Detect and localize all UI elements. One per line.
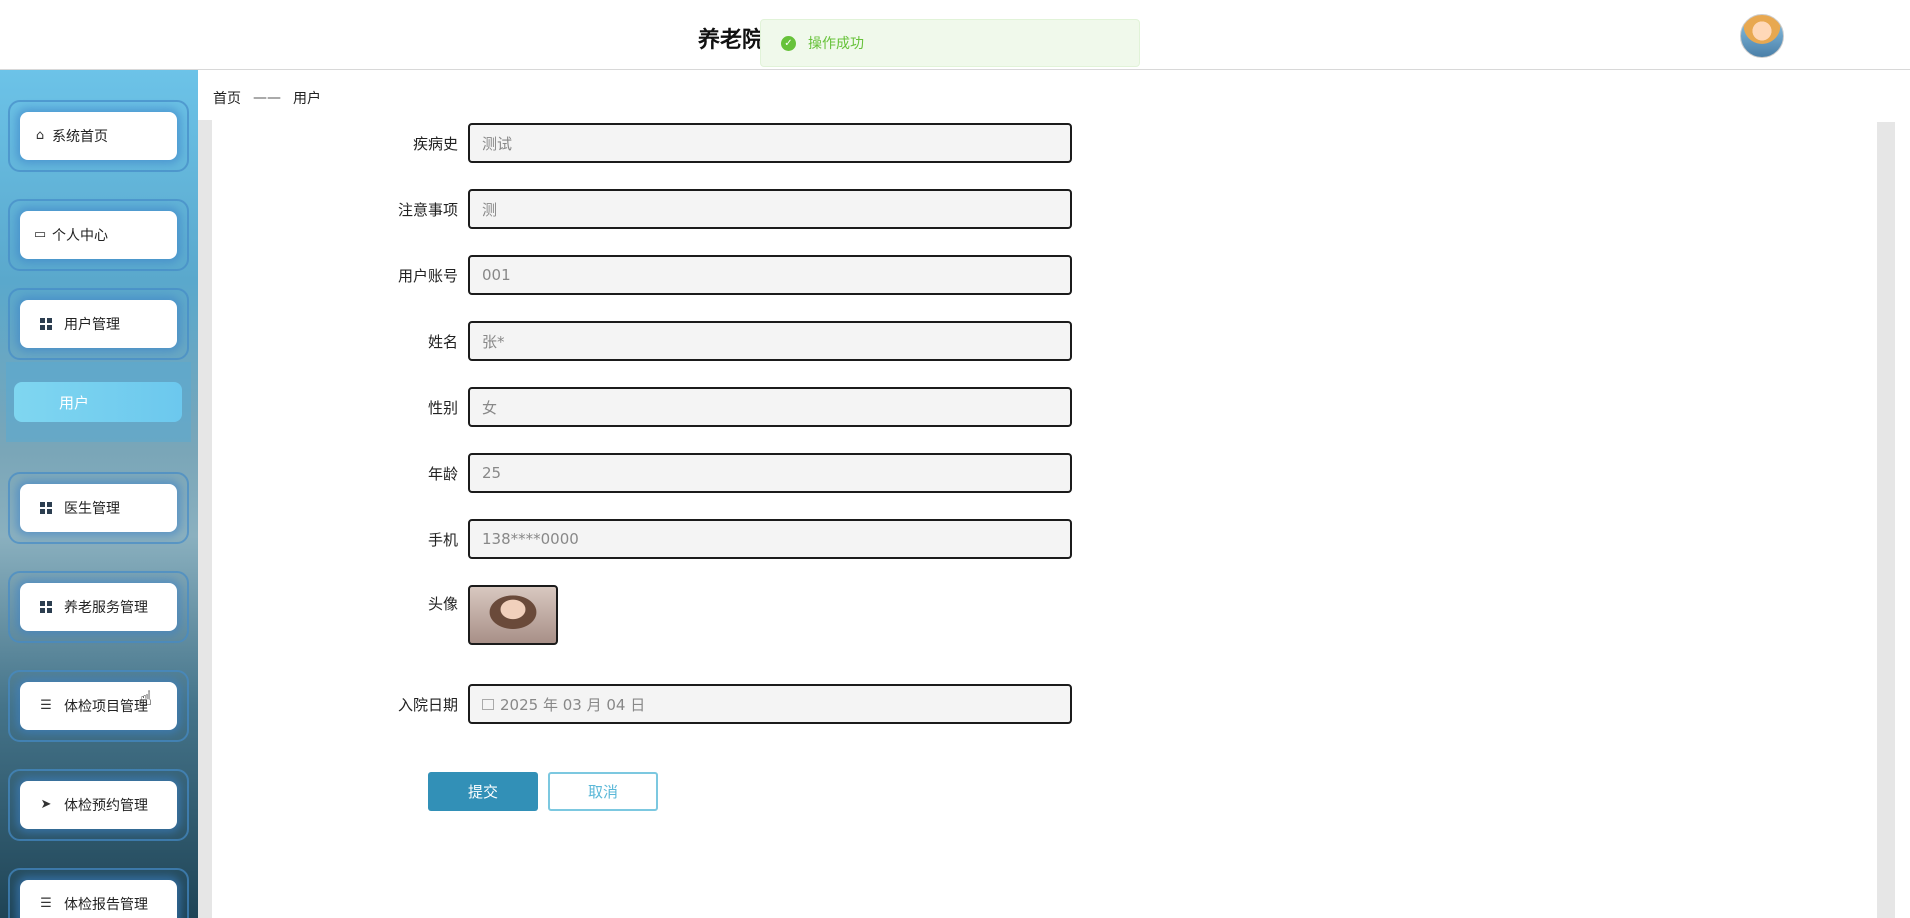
form-row-phone: 手机 138****0000 [348, 519, 1072, 559]
field-label: 用户账号 [397, 266, 458, 285]
field-label: 姓名 [427, 332, 458, 351]
field-label: 疾病史 [412, 134, 458, 153]
sidebar-item-label: 系统首页 [52, 129, 108, 145]
sidebar-submenu: 用户 [6, 362, 191, 442]
sidebar-item-label: 用户管理 [64, 317, 120, 333]
sidebar-button-elder-service[interactable]: 养老服务管理 [20, 583, 177, 631]
sidebar-item-checkup-report: ☰ 体检报告管理 [8, 868, 189, 918]
admission-date-value: 2025 年 03 月 04 日 [500, 695, 646, 714]
sidebar-item-home: ⌂ 系统首页 [8, 100, 189, 172]
main-content: 首页 —— 用户 疾病史 测试 注意事项 测 用户账号 001 姓名 张* 性别… [198, 70, 1898, 918]
field-label: 头像 [427, 595, 458, 613]
sidebar-button-checkup-booking[interactable]: ➤ 体检预约管理 [20, 781, 177, 829]
phone-field[interactable]: 138****0000 [468, 519, 1072, 559]
card-icon: ▭ [33, 227, 47, 242]
sidebar-button-doctors[interactable]: 医生管理 [20, 484, 177, 532]
medical-history-field[interactable]: 测试 [468, 123, 1072, 163]
admission-date-field[interactable]: 2025 年 03 月 04 日 [468, 684, 1072, 724]
name-field[interactable]: 张* [468, 321, 1072, 361]
grid-icon [40, 502, 52, 514]
age-field[interactable]: 25 [468, 453, 1072, 493]
sidebar-item-checkup-items: ☰ 体检项目管理 [8, 670, 189, 742]
breadcrumb-current: 用户 [293, 91, 321, 107]
sidebar: ⌂ 系统首页 ▭ 个人中心 用户管理 用户 医生管理 养老服务管理 ☰ 体检项目… [0, 70, 198, 918]
form-row-name: 姓名 张* [348, 321, 1072, 361]
sidebar-item-label: 养老服务管理 [64, 600, 148, 616]
toast-message: 操作成功 [808, 36, 864, 52]
sidebar-button-checkup-report[interactable]: ☰ 体检报告管理 [20, 880, 177, 918]
account-field[interactable]: 001 [468, 255, 1072, 295]
cancel-button[interactable]: 取消 [548, 772, 658, 811]
field-label: 注意事项 [397, 200, 458, 219]
field-label: 年龄 [427, 464, 458, 483]
field-label: 手机 [427, 530, 458, 549]
user-avatar[interactable] [1740, 14, 1784, 58]
sidebar-button-users[interactable]: 用户管理 [20, 300, 177, 348]
breadcrumb: 首页 —— 用户 [213, 88, 321, 108]
list-icon: ☰ [40, 698, 52, 713]
sidebar-item-users: 用户管理 [8, 288, 189, 360]
grid-icon [40, 318, 52, 330]
gender-field[interactable]: 女 [468, 387, 1072, 427]
sidebar-item-profile: ▭ 个人中心 [8, 199, 189, 271]
success-toast: ✓ 操作成功 [760, 19, 1140, 67]
send-icon: ➤ [40, 797, 52, 812]
sidebar-item-label: 体检项目管理 [64, 699, 148, 715]
sidebar-button-profile[interactable]: ▭ 个人中心 [20, 211, 177, 259]
check-circle-icon: ✓ [781, 35, 796, 51]
sidebar-button-home[interactable]: ⌂ 系统首页 [20, 112, 177, 160]
breadcrumb-separator: —— [253, 90, 281, 106]
field-label: 性别 [427, 398, 458, 417]
grid-icon [40, 601, 52, 613]
scrollbar-track[interactable] [1877, 122, 1895, 918]
sidebar-item-checkup-booking: ➤ 体检预约管理 [8, 769, 189, 841]
sidebar-item-label: 体检预约管理 [64, 798, 148, 814]
top-header: 养老院 ✓ 操作成功 [0, 0, 1910, 70]
form-row-notes: 注意事项 测 [348, 189, 1072, 229]
form-row-avatar: 头像 [348, 585, 558, 647]
calendar-icon [482, 698, 494, 710]
sidebar-subitem-user[interactable]: 用户 [14, 382, 182, 422]
form-row-medical-history: 疾病史 测试 [348, 123, 1072, 163]
field-label: 入院日期 [397, 695, 458, 714]
notes-field[interactable]: 测 [468, 189, 1072, 229]
list-icon: ☰ [40, 896, 52, 911]
sidebar-button-checkup-items[interactable]: ☰ 体检项目管理 [20, 682, 177, 730]
sidebar-item-elder-service: 养老服务管理 [8, 571, 189, 643]
form-row-gender: 性别 女 [348, 387, 1072, 427]
form-row-account: 用户账号 001 [348, 255, 1072, 295]
sidebar-item-label: 体检报告管理 [64, 897, 148, 913]
app-title: 养老院 [698, 28, 765, 53]
form-row-age: 年龄 25 [348, 453, 1072, 493]
sidebar-item-doctors: 医生管理 [8, 472, 189, 544]
form-row-admission-date: 入院日期 2025 年 03 月 04 日 [348, 684, 1072, 724]
sidebar-item-label: 个人中心 [52, 228, 108, 244]
sidebar-item-label: 医生管理 [64, 501, 120, 517]
submit-button[interactable]: 提交 [428, 772, 538, 811]
breadcrumb-home[interactable]: 首页 [213, 88, 241, 108]
home-icon: ⌂ [35, 128, 45, 143]
avatar-image[interactable] [468, 585, 558, 645]
left-gutter [198, 120, 212, 918]
mouse-pointer-icon: ☝ [140, 686, 153, 710]
